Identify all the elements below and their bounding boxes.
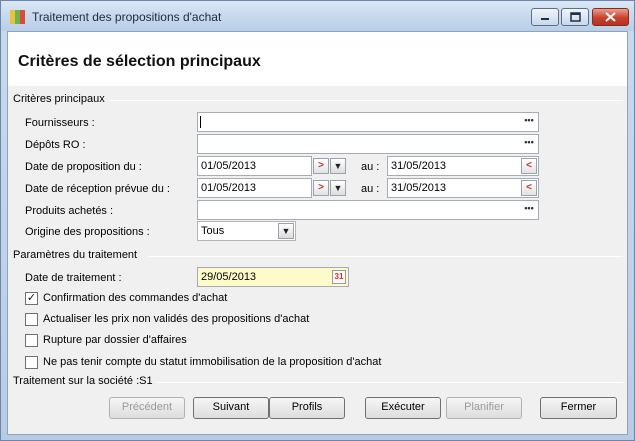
date-traitement-value: 29/05/2013 [201, 271, 257, 283]
close-icon [605, 12, 616, 22]
app-icon [10, 10, 26, 24]
criteres-separator [108, 100, 623, 101]
date-traitement-input[interactable]: 29/05/2013 31 [197, 267, 349, 287]
date-proposition-to-input[interactable]: 31/05/2013 < [387, 156, 539, 176]
planifier-button[interactable]: Planifier [446, 397, 522, 419]
main-window: Traitement des propositions d'achat Crit… [0, 0, 635, 441]
immobilisation-checkbox[interactable] [25, 356, 38, 369]
header-panel: Critères de sélection principaux [8, 32, 627, 86]
maximize-button[interactable] [561, 8, 589, 26]
text-cursor [200, 116, 201, 128]
client-area: Critères de sélection principaux Critère… [7, 31, 628, 435]
date-traitement-label: Date de traitement : [25, 272, 122, 284]
fournisseurs-label: Fournisseurs : [25, 117, 95, 129]
depots-input[interactable]: ••• [197, 134, 539, 154]
confirmation-label: Confirmation des commandes d'achat [43, 292, 228, 304]
produits-label: Produits achetés : [25, 205, 114, 217]
date-proposition-goto-icon[interactable]: > [313, 158, 329, 174]
close-button[interactable] [592, 8, 629, 26]
executer-button[interactable]: Exécuter [365, 397, 441, 419]
rupture-dossier-label: Rupture par dossier d'affaires [43, 334, 187, 346]
window-title: Traitement des propositions d'achat [32, 10, 222, 24]
origine-label: Origine des propositions : [25, 226, 150, 238]
profils-button[interactable]: Profils [269, 397, 345, 419]
date-proposition-to-back-icon[interactable]: < [521, 158, 537, 174]
confirmation-checkbox[interactable]: ✓ [25, 292, 38, 305]
date-proposition-dropdown-icon[interactable]: ▼ [330, 158, 346, 174]
minimize-button[interactable] [531, 8, 559, 26]
parametres-group-label: Paramètres du traitement [13, 249, 142, 261]
actualiser-prix-label: Actualiser les prix non validés des prop… [43, 313, 310, 325]
actualiser-prix-checkbox[interactable] [25, 313, 38, 326]
title-bar[interactable]: Traitement des propositions d'achat [1, 1, 634, 31]
depots-browse-button[interactable]: ••• [520, 135, 538, 153]
societe-separator [153, 382, 623, 383]
produits-browse-button[interactable]: ••• [520, 201, 538, 219]
date-proposition-to-value: 31/05/2013 [391, 160, 447, 172]
origine-dropdown-icon[interactable]: ▼ [278, 223, 294, 239]
maximize-icon [569, 12, 581, 22]
date-reception-goto-icon[interactable]: > [313, 180, 329, 196]
fermer-button[interactable]: Fermer [540, 397, 617, 419]
immobilisation-label: Ne pas tenir compte du statut immobilisa… [43, 356, 382, 368]
suivant-button[interactable]: Suivant [193, 397, 269, 419]
date-proposition-au-label: au : [361, 161, 380, 173]
parametres-separator [148, 256, 623, 257]
origine-value: Tous [201, 225, 225, 237]
minimize-icon [541, 18, 549, 20]
date-reception-to-back-icon[interactable]: < [521, 180, 537, 196]
date-reception-to-value: 31/05/2013 [391, 182, 447, 194]
rupture-dossier-checkbox[interactable] [25, 334, 38, 347]
date-reception-dropdown-icon[interactable]: ▼ [330, 180, 346, 196]
date-proposition-label: Date de proposition du : [25, 161, 142, 173]
check-icon: ✓ [26, 292, 37, 304]
fournisseurs-browse-button[interactable]: ••• [520, 113, 538, 131]
depots-label: Dépôts RO : [25, 139, 86, 151]
fournisseurs-input[interactable]: ••• [197, 112, 539, 132]
date-proposition-from-input[interactable]: 01/05/2013 [197, 156, 312, 176]
page-title: Critères de sélection principaux [18, 53, 261, 70]
date-reception-label: Date de réception prévue du : [25, 183, 170, 195]
origine-select[interactable]: Tous ▼ [197, 221, 296, 241]
produits-input[interactable]: ••• [197, 200, 539, 220]
precedent-button[interactable]: Précédent [109, 397, 185, 419]
calendar-icon[interactable]: 31 [332, 270, 346, 284]
date-reception-from-input[interactable]: 01/05/2013 [197, 178, 312, 198]
date-reception-to-input[interactable]: 31/05/2013 < [387, 178, 539, 198]
date-reception-au-label: au : [361, 183, 380, 195]
societe-label: Traitement sur la société :S1 [13, 375, 157, 387]
criteres-group-label: Critères principaux [13, 93, 109, 105]
